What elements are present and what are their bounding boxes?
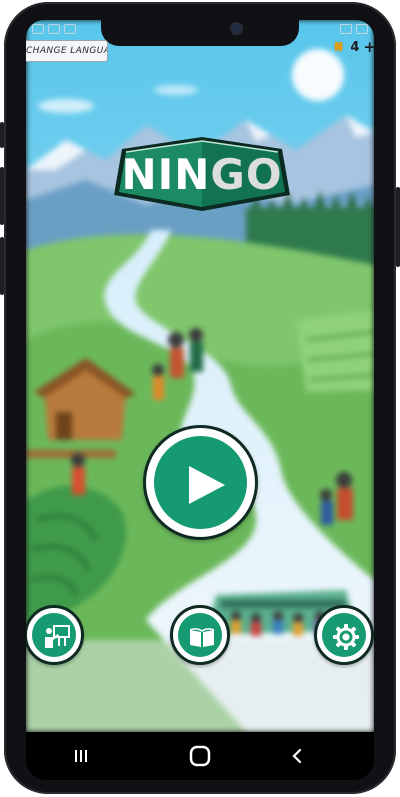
book-button[interactable] bbox=[170, 605, 230, 665]
change-language-button[interactable]: CHANGE LANGUAGE bbox=[26, 40, 108, 62]
back-icon[interactable] bbox=[283, 744, 313, 768]
settings-button-face bbox=[322, 613, 366, 657]
phone-volume-up bbox=[0, 167, 4, 225]
settings-button[interactable] bbox=[314, 605, 374, 665]
gear-icon bbox=[333, 624, 359, 650]
add-coins-button[interactable]: + bbox=[363, 38, 374, 56]
battery-icon bbox=[356, 24, 368, 34]
signal-icon bbox=[340, 24, 352, 34]
app-logo: NIN GO bbox=[112, 135, 292, 213]
logo-text-part1: NIN bbox=[121, 149, 211, 199]
book-icon bbox=[189, 628, 215, 647]
coin-icon: ₦ bbox=[334, 40, 343, 54]
front-camera bbox=[232, 24, 241, 33]
phone-power-button bbox=[396, 187, 400, 267]
home-icon[interactable] bbox=[185, 744, 215, 768]
teacher-button[interactable] bbox=[26, 605, 84, 665]
notification-icon bbox=[64, 24, 76, 34]
logo-text-part2: GO bbox=[210, 149, 283, 199]
play-button-face bbox=[154, 436, 247, 529]
notification-icon bbox=[48, 24, 60, 34]
phone-volume-down bbox=[0, 237, 4, 295]
teacher-icon bbox=[45, 625, 70, 648]
recents-icon[interactable] bbox=[66, 744, 96, 768]
logo-text: NIN GO bbox=[112, 135, 292, 213]
status-icons-left bbox=[32, 24, 76, 34]
play-button[interactable] bbox=[143, 425, 258, 540]
android-navigation-bar bbox=[26, 732, 374, 780]
phone-side-button bbox=[0, 122, 4, 148]
play-icon bbox=[189, 466, 225, 504]
coin-count: 4 bbox=[350, 39, 360, 55]
book-button-face bbox=[178, 613, 222, 657]
status-icons-right bbox=[340, 24, 368, 34]
camera-notch bbox=[101, 20, 299, 46]
app-screen: CHANGE LANGUAGE ₦ 4 + NINGO bbox=[26, 20, 374, 732]
teacher-button-face bbox=[32, 613, 76, 657]
notification-icon bbox=[32, 24, 44, 34]
coin-counter[interactable]: ₦ 4 + bbox=[334, 38, 374, 56]
